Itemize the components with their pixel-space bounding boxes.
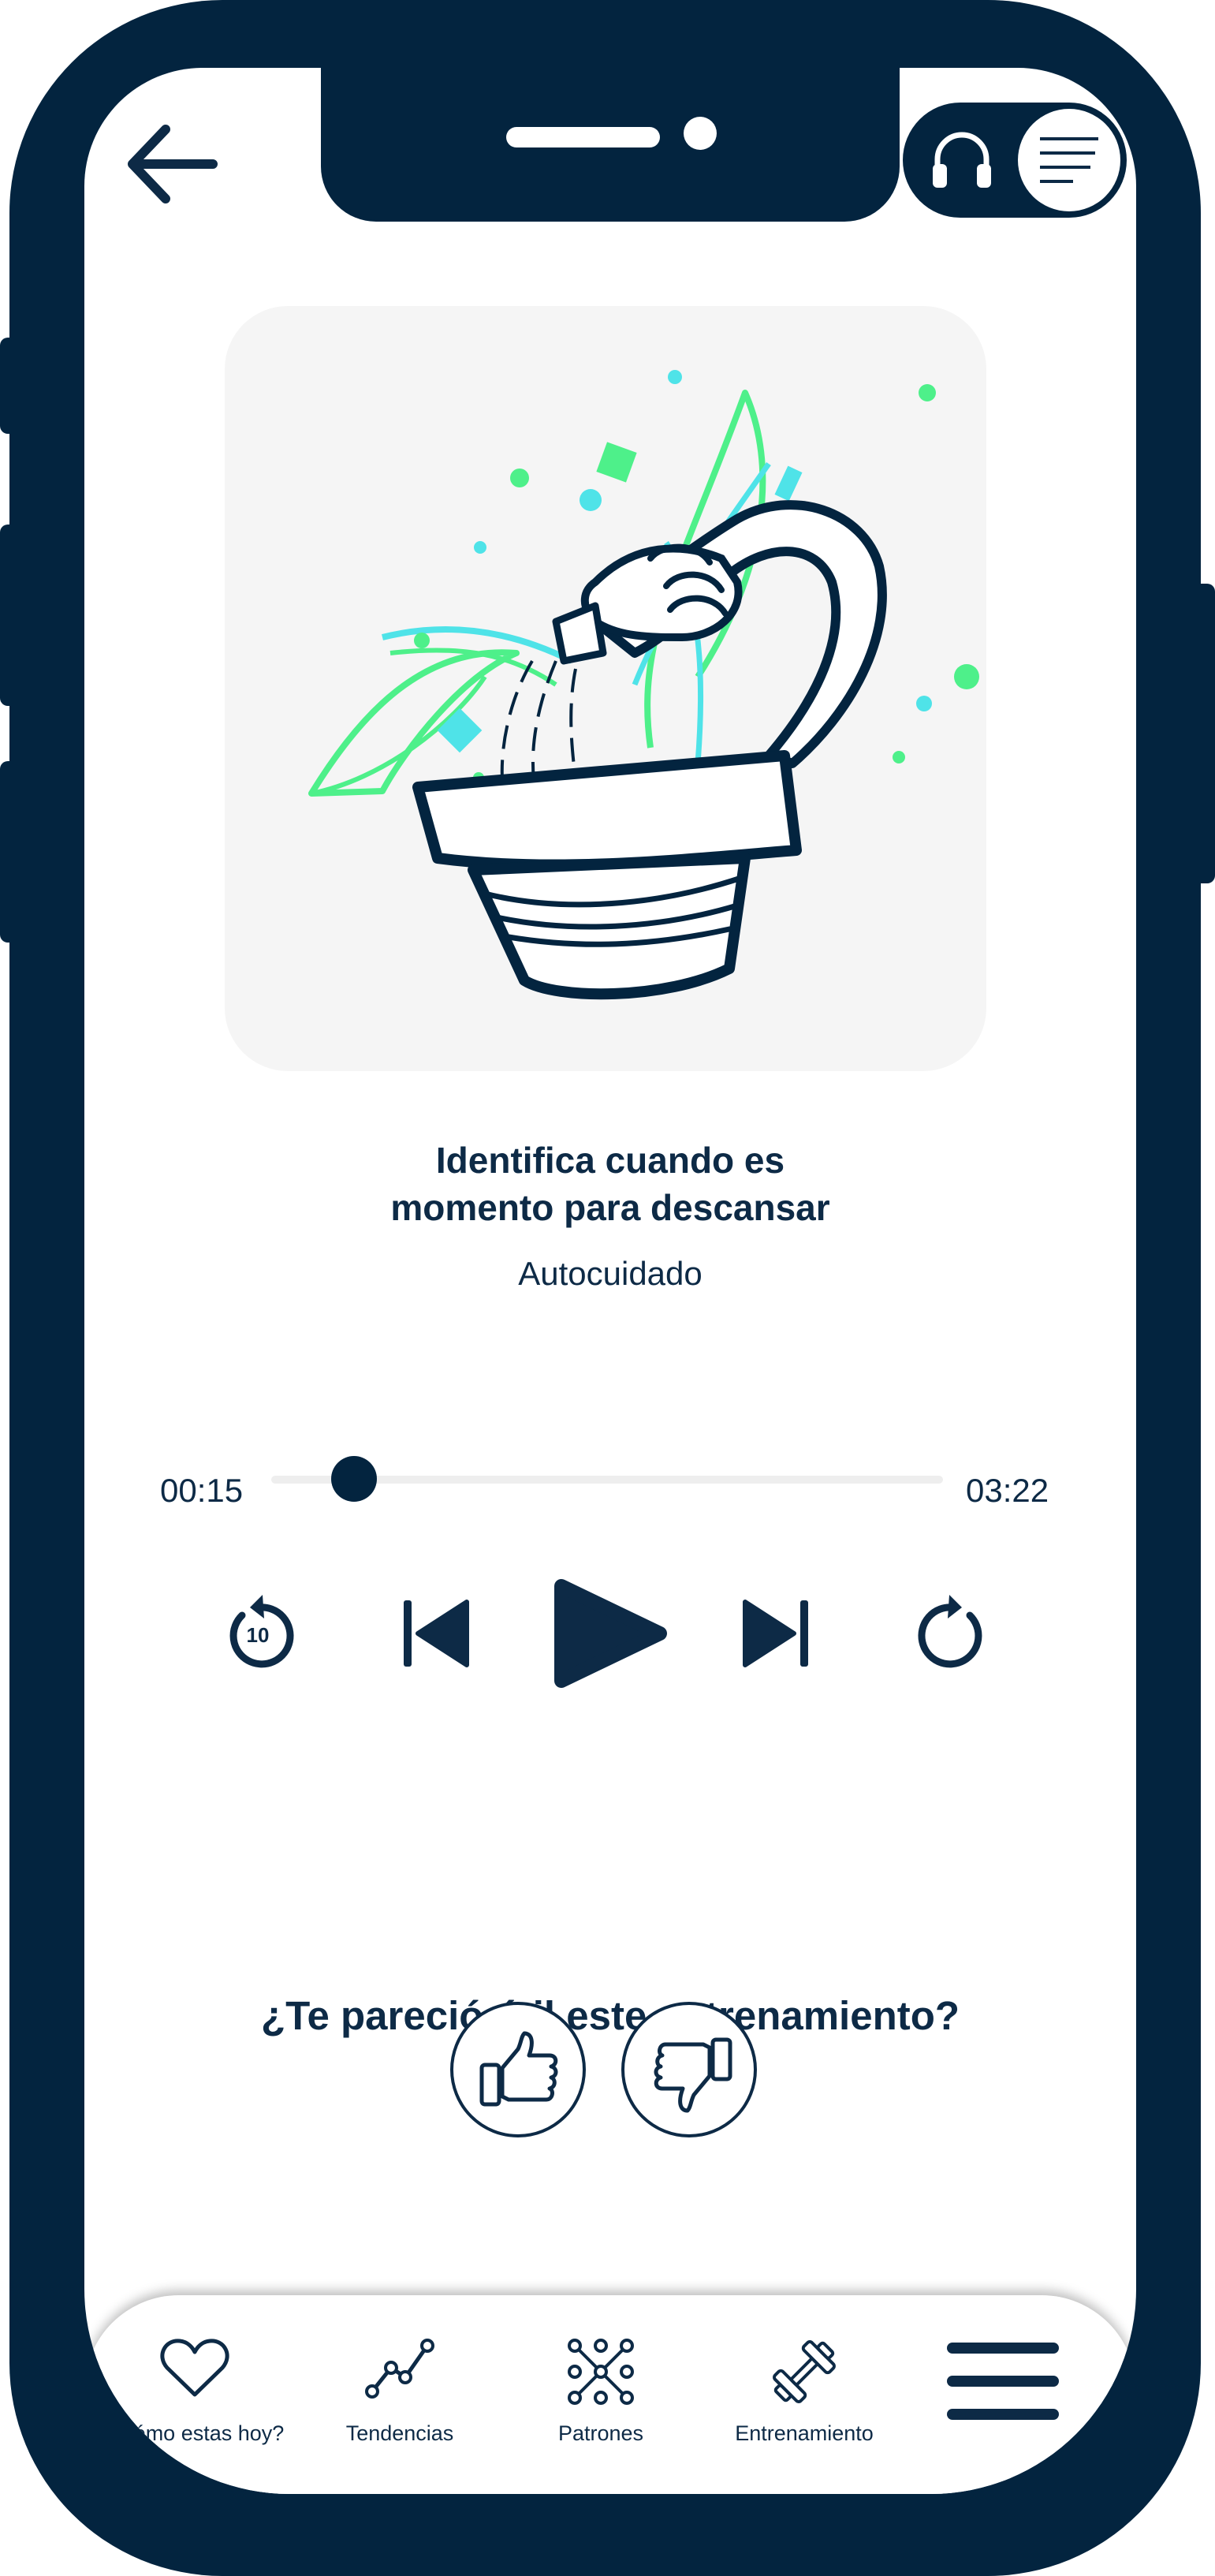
nav-item-tendencias[interactable]: Tendencias — [297, 2295, 502, 2453]
nav-label: Tendencias — [345, 2421, 454, 2445]
dislike-button[interactable] — [621, 2002, 757, 2137]
feedback-question: ¿Te pareció útil este entrenamiento? — [260, 1993, 960, 2038]
skip-previous-button[interactable] — [396, 1594, 475, 1673]
bottom-nav: ¿Cómo estas hoy? Tendencias Patrones Ent… — [84, 2295, 1136, 2494]
mode-toggle[interactable] — [903, 103, 1127, 218]
text-lines-icon — [1040, 137, 1098, 183]
notch — [321, 68, 900, 222]
side-button-1 — [0, 338, 16, 434]
side-button-2 — [0, 525, 16, 706]
nav-label: ¿Cómo estas hoy? — [105, 2421, 285, 2445]
nav-label: Entrenamiento — [735, 2421, 874, 2445]
power-button — [1199, 584, 1215, 883]
skip-next-button[interactable] — [737, 1594, 816, 1673]
forward-icon — [918, 1595, 982, 1668]
plant-watering-illustration — [308, 370, 979, 1000]
elapsed-time: 00:15 — [160, 1472, 244, 1509]
nav-label: Patrones — [557, 2421, 644, 2445]
thumbs-down-icon — [654, 2037, 732, 2113]
track-title-line-2: momento para descansar — [390, 1187, 830, 1228]
thumbs-up-icon — [479, 2031, 558, 2107]
speaker-grille — [506, 127, 660, 147]
track-title: Identifica cuando es momento para descan… — [84, 1137, 1136, 1231]
menu-button[interactable] — [916, 2295, 1090, 2453]
trend-line-icon — [365, 2339, 434, 2399]
rewind-10-label: 10 — [247, 1623, 270, 1647]
progress-thumb[interactable] — [331, 1456, 378, 1502]
dumbbell-icon — [773, 2340, 836, 2403]
like-button[interactable] — [450, 2002, 586, 2137]
screen: Identifica cuando es momento para descan… — [84, 68, 1136, 2494]
skip-next-icon — [743, 1600, 808, 1667]
toggle-knob[interactable] — [1018, 109, 1120, 211]
play-button[interactable] — [550, 1574, 668, 1693]
pattern-grid-icon — [568, 2339, 634, 2405]
nav-item-entrenamiento[interactable]: Entrenamiento — [702, 2295, 907, 2453]
side-button-3 — [0, 761, 16, 943]
nav-item-como-estas[interactable]: ¿Cómo estas hoy? — [92, 2295, 297, 2453]
total-time: 03:22 — [966, 1472, 1049, 1509]
illustration-card — [225, 306, 986, 1071]
arrow-left-icon — [128, 125, 218, 203]
play-icon — [554, 1579, 667, 1688]
heart-icon — [160, 2339, 229, 2397]
track-category: Autocuidado — [518, 1255, 703, 1292]
hamburger-menu-icon — [947, 2343, 1059, 2420]
forward-button[interactable] — [915, 1590, 993, 1669]
front-camera — [684, 117, 717, 150]
skip-previous-icon — [404, 1600, 469, 1667]
nav-item-patrones[interactable]: Patrones — [498, 2295, 703, 2453]
back-button[interactable] — [122, 112, 225, 215]
headphones-icon[interactable] — [928, 126, 996, 194]
rewind-10-icon: 10 — [229, 1595, 294, 1668]
rewind-10-button[interactable]: 10 — [218, 1590, 297, 1669]
track-title-line-1: Identifica cuando es — [435, 1140, 785, 1181]
